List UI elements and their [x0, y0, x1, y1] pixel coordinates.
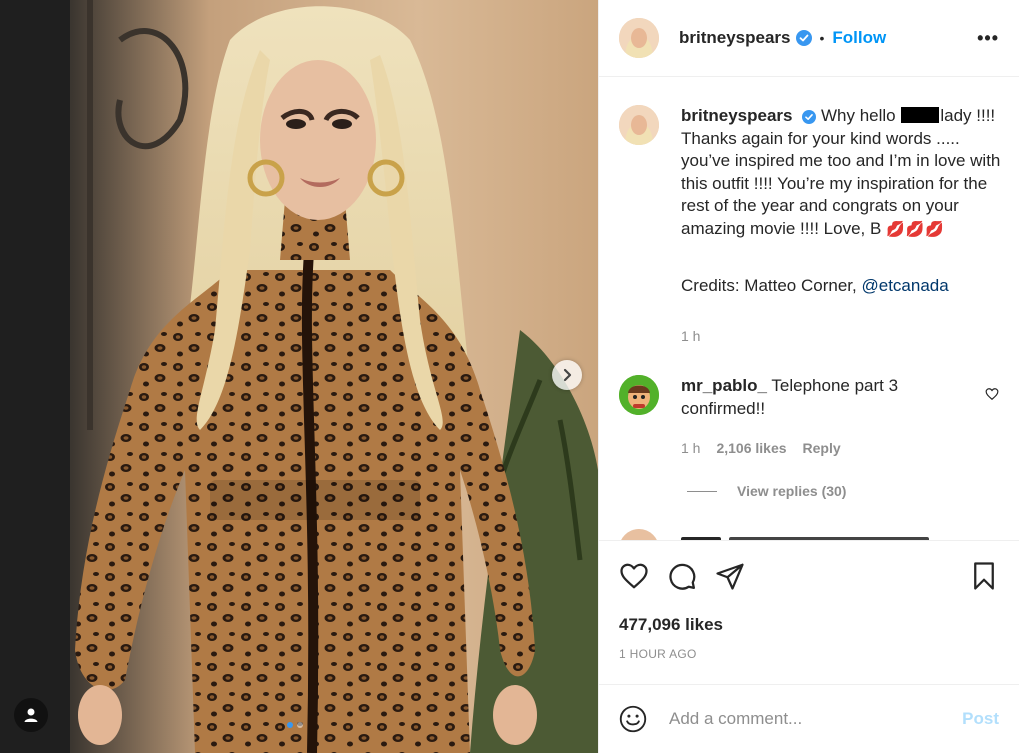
- post-caption: britneyspears Why hello lady !!!! Thanks…: [619, 105, 1004, 298]
- carousel-dot: [297, 722, 303, 728]
- smiley-icon: [619, 705, 647, 733]
- comment-timestamp[interactable]: 1 h: [681, 440, 700, 456]
- like-button[interactable]: [619, 561, 649, 596]
- next-commenter-avatar[interactable]: [619, 529, 659, 540]
- post-media[interactable]: [0, 0, 598, 753]
- post-header: britneyspears • Follow •••: [599, 0, 1019, 77]
- chevron-right-icon: [563, 368, 572, 382]
- author-avatar[interactable]: [619, 18, 659, 58]
- post-sidebar: britneyspears • Follow ••• britneyspears…: [598, 0, 1019, 753]
- verified-badge-icon: [802, 109, 817, 124]
- mention-link[interactable]: @etcanada: [861, 276, 948, 295]
- caption-avatar[interactable]: [619, 105, 659, 145]
- caption-username[interactable]: britneyspears: [681, 106, 793, 125]
- emoji-button[interactable]: [619, 705, 647, 733]
- comment-meta: 1 h 2,106 likes Reply: [681, 440, 841, 456]
- view-replies-label: View replies (30): [737, 483, 847, 499]
- comment-icon: [669, 563, 696, 590]
- user-icon: [24, 708, 38, 722]
- heart-icon: [620, 563, 648, 589]
- post-actions: 477,096 likes 1 HOUR AGO: [599, 540, 1019, 685]
- replies-divider: [687, 490, 717, 492]
- redaction-block: [901, 107, 940, 123]
- comment-input[interactable]: [667, 708, 963, 730]
- comment-item: mr_pablo_ Telephone part 3 confirmed!!: [619, 375, 1004, 420]
- kiss-emoji: 💋💋💋: [886, 220, 946, 238]
- caption-credits: Credits: Matteo Corner, @etcanada: [681, 275, 1001, 298]
- post-photo: [0, 0, 598, 753]
- comment-button[interactable]: [667, 561, 697, 596]
- reply-button[interactable]: Reply: [803, 440, 841, 456]
- tagged-users-button[interactable]: [14, 698, 48, 732]
- comment-likes[interactable]: 2,106 likes: [716, 440, 786, 456]
- heart-icon: [985, 388, 999, 401]
- caption-body: lady !!!! Thanks again for your kind wor…: [681, 106, 1001, 238]
- caption-body-start: Why hello: [820, 106, 896, 125]
- author-username[interactable]: britneyspears: [679, 28, 791, 48]
- credits-label: Credits: Matteo Corner,: [681, 276, 857, 295]
- more-options-button[interactable]: •••: [977, 28, 999, 49]
- comments-section[interactable]: britneyspears Why hello lady !!!! Thanks…: [599, 77, 1019, 540]
- verified-badge-icon: [795, 30, 812, 46]
- action-icons: [619, 561, 999, 595]
- post-timestamp[interactable]: 1 HOUR AGO: [619, 647, 697, 661]
- carousel-dot-active: [287, 722, 293, 728]
- commenter-username[interactable]: mr_pablo_: [681, 376, 767, 395]
- post-comment-button[interactable]: Post: [962, 709, 999, 729]
- commenter-avatar[interactable]: [619, 375, 659, 415]
- add-comment-bar: Post: [599, 684, 1019, 753]
- bookmark-icon: [974, 562, 994, 590]
- caption-timestamp[interactable]: 1 h: [681, 328, 700, 344]
- likes-count[interactable]: 477,096 likes: [619, 615, 723, 635]
- paper-plane-icon: [716, 563, 744, 590]
- carousel-indicator: [287, 722, 303, 728]
- avatar-image: [619, 18, 659, 58]
- view-replies-button[interactable]: View replies (30): [687, 483, 846, 499]
- comment-text: mr_pablo_ Telephone part 3 confirmed!!: [681, 375, 971, 420]
- caption-text: britneyspears Why hello lady !!!! Thanks…: [681, 105, 1001, 298]
- save-button[interactable]: [969, 561, 999, 596]
- like-comment-button[interactable]: [985, 387, 999, 406]
- instagram-post: britneyspears • Follow ••• britneyspears…: [0, 0, 1019, 753]
- avatar-image: [619, 375, 659, 415]
- share-button[interactable]: [715, 561, 745, 596]
- header-separator: •: [819, 30, 825, 46]
- next-slide-button[interactable]: [552, 360, 582, 390]
- avatar-image: [619, 105, 659, 145]
- follow-button[interactable]: Follow: [832, 28, 886, 48]
